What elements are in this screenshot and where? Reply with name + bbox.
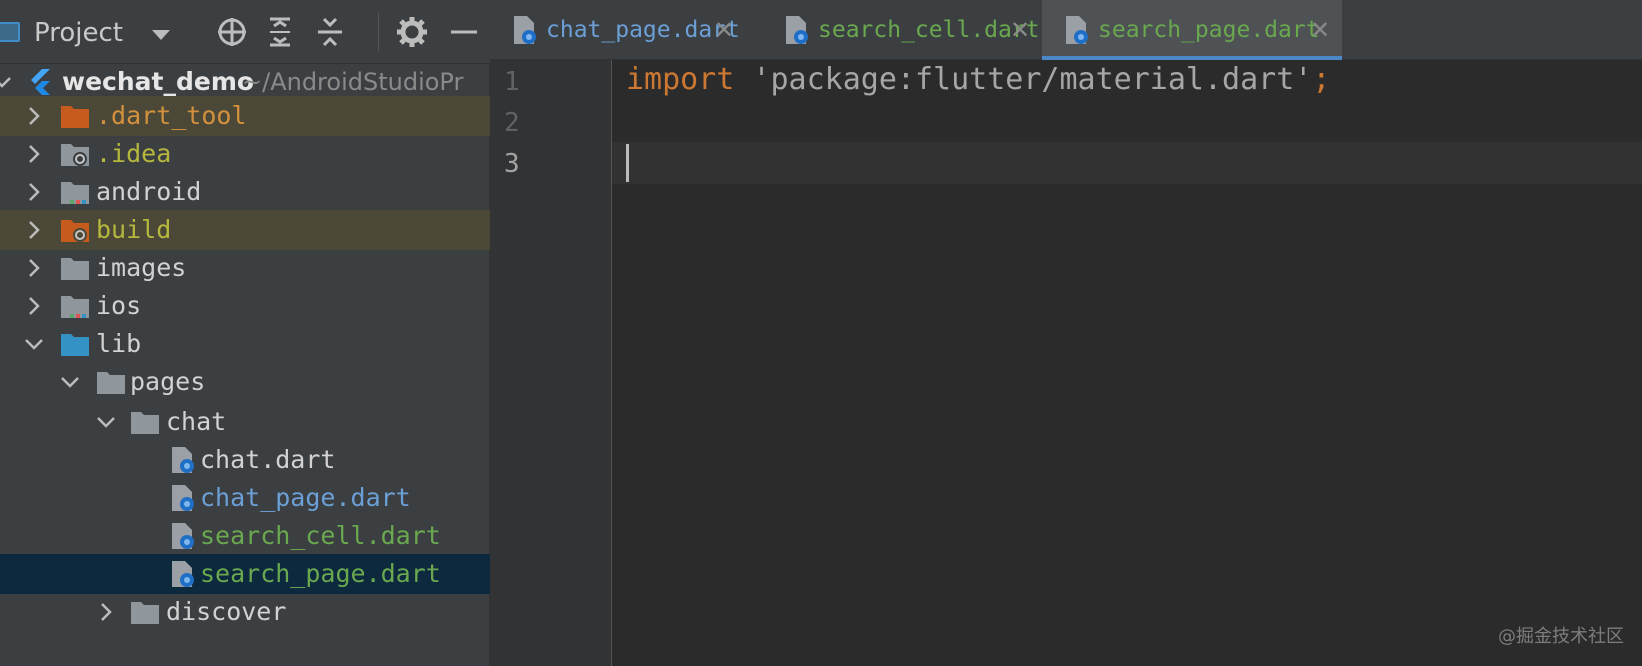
tab-label: chat_page.dart: [546, 17, 740, 43]
hide-panel-icon[interactable]: [446, 14, 482, 50]
gear-icon[interactable]: [394, 14, 430, 50]
chevron-down-icon[interactable]: [0, 70, 14, 94]
tab-chat-page-dart[interactable]: chat_page.dart ✕: [490, 0, 760, 60]
tree-item-label: build: [96, 215, 172, 244]
line-number: 3: [504, 149, 520, 179]
line-number: 1: [504, 67, 520, 97]
tree-item-chat[interactable]: chat: [0, 402, 490, 442]
project-view-selector[interactable]: Project: [34, 18, 123, 48]
tree-item-search-cell-dart[interactable]: search_cell.dart: [0, 516, 490, 556]
tree-item-android[interactable]: android: [0, 172, 490, 212]
chevron-down-icon[interactable]: [22, 332, 46, 356]
dart-file-icon: [786, 16, 808, 44]
tree-item-build[interactable]: build: [0, 210, 490, 250]
tree-item-lib[interactable]: lib: [0, 324, 490, 364]
tree-item-label: android: [96, 177, 202, 206]
tree-item-label: lib: [96, 329, 142, 358]
code-editor[interactable]: import 'package:flutter/material.dart'; …: [612, 60, 1642, 666]
flutter-icon: [31, 69, 50, 95]
tree-item-label: images: [96, 253, 187, 282]
dart-file-icon: [172, 485, 194, 511]
tab-search-page-dart[interactable]: search_page.dart ✕: [1042, 0, 1342, 60]
chevron-right-icon[interactable]: [22, 218, 46, 242]
chevron-right-icon[interactable]: [22, 142, 46, 166]
chevron-right-icon[interactable]: [22, 256, 46, 280]
source-folder-icon: [61, 334, 89, 356]
dart-file-icon: [514, 16, 536, 44]
project-path: ~/AndroidStudioPr: [242, 68, 464, 96]
tree-item-dart-tool[interactable]: .dart_tool: [0, 96, 490, 136]
editor-tab-bar: chat_page.dart ✕ search_cell.dart ✕ sear…: [490, 0, 1642, 60]
tree-item-ios[interactable]: ios: [0, 286, 490, 326]
tree-item-label: search_page.dart: [200, 559, 441, 588]
chevron-down-icon[interactable]: [94, 410, 118, 434]
tree-item-pages[interactable]: pages: [0, 362, 490, 402]
tree-item-label: chat.dart: [200, 445, 336, 474]
expand-all-icon[interactable]: [262, 14, 298, 50]
line-number-gutter: 1 2 3: [490, 60, 612, 666]
tab-label: search_page.dart: [1098, 17, 1320, 43]
chevron-right-icon[interactable]: [94, 600, 118, 624]
line-number: 2: [504, 108, 520, 138]
tree-item-label: discover: [166, 597, 287, 626]
import-keyword: import: [626, 62, 735, 97]
toolbar-divider: [378, 12, 379, 52]
tree-item-idea[interactable]: .idea: [0, 134, 490, 174]
watermark: @掘金技术社区: [1498, 626, 1624, 647]
collapse-all-icon[interactable]: [312, 14, 348, 50]
folder-icon: [131, 412, 159, 434]
chevron-right-icon[interactable]: [22, 294, 46, 318]
tree-item-discover[interactable]: discover: [0, 592, 490, 632]
tree-item-images[interactable]: images: [0, 248, 490, 288]
close-icon[interactable]: ✕: [1010, 18, 1030, 42]
folder-icon: [61, 258, 89, 280]
tree-item-label: search_cell.dart: [200, 521, 441, 550]
dart-file-icon: [1066, 16, 1088, 44]
tree-item-label: .idea: [96, 139, 172, 168]
project-panel-header: Project: [0, 0, 490, 64]
chevron-down-icon[interactable]: [152, 30, 170, 40]
close-icon[interactable]: ✕: [714, 18, 734, 42]
settings-folder-icon: [61, 144, 89, 166]
import-string: 'package:flutter/material.dart': [752, 62, 1313, 97]
tree-item-label: chat: [166, 407, 227, 436]
chevron-right-icon[interactable]: [22, 180, 46, 204]
text-caret: [626, 144, 629, 182]
code-line-1: import 'package:flutter/material.dart';: [626, 60, 1330, 100]
tree-item-label: .dart_tool: [96, 101, 247, 130]
tree-item-label: ios: [96, 291, 142, 320]
tree-item-chat-dart[interactable]: chat.dart: [0, 440, 490, 480]
dart-file-icon: [172, 561, 194, 587]
folder-icon: [131, 602, 159, 624]
folder-icon: [97, 372, 125, 394]
folder-icon: [61, 106, 89, 128]
semicolon: ;: [1312, 62, 1331, 97]
excluded-folder-icon: [61, 220, 89, 242]
current-line-highlight: [612, 142, 1642, 184]
tree-item-label: chat_page.dart: [200, 483, 411, 512]
close-icon[interactable]: ✕: [1310, 18, 1330, 42]
project-view-icon: [0, 22, 20, 42]
dart-file-icon: [172, 523, 194, 549]
tab-label: search_cell.dart: [818, 17, 1040, 43]
tree-item-label: wechat_demo: [62, 67, 255, 96]
tree-item-label: pages: [130, 367, 206, 396]
dart-file-icon: [172, 447, 194, 473]
module-folder-icon: [61, 296, 89, 318]
tab-search-cell-dart[interactable]: search_cell.dart ✕: [762, 0, 1040, 60]
chevron-down-icon[interactable]: [58, 370, 82, 394]
module-folder-icon: [61, 182, 89, 204]
tree-item-search-page-dart[interactable]: search_page.dart: [0, 554, 490, 594]
project-panel: Project wechat_demo ~/AndroidStudioPr .d…: [0, 0, 490, 666]
locate-icon[interactable]: [214, 14, 250, 50]
tree-item-chat-page-dart[interactable]: chat_page.dart: [0, 478, 490, 518]
chevron-right-icon[interactable]: [22, 104, 46, 128]
